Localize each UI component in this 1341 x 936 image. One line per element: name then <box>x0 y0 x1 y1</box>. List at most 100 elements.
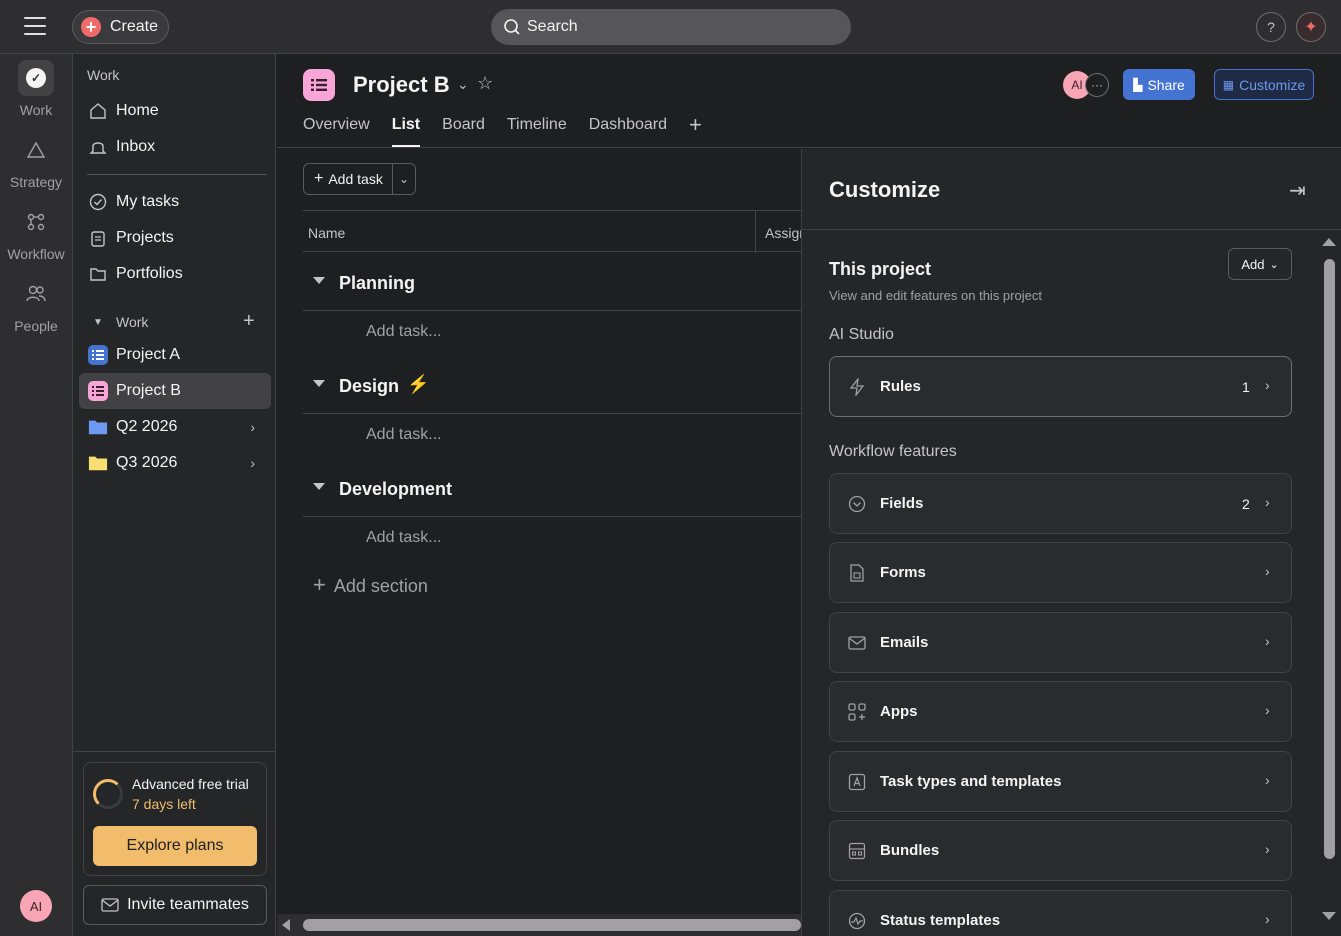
scroll-thumb[interactable] <box>303 919 801 931</box>
explore-plans-button[interactable]: Explore plans <box>93 826 257 866</box>
chevron-down-icon: ⌄ <box>1269 258 1279 271</box>
more-icon[interactable]: ··· <box>1085 73 1109 97</box>
tab-dashboard[interactable]: Dashboard <box>589 116 667 147</box>
chevron-right-icon[interactable]: › <box>250 419 255 435</box>
sidebar-item-project-b[interactable]: Project B <box>79 373 271 409</box>
lightning-icon <box>847 377 867 397</box>
rail-item-workflow[interactable]: Workflow <box>0 204 72 262</box>
card-label: Status templates <box>880 912 1001 929</box>
add-project-icon[interactable]: + <box>243 310 255 333</box>
list-icon <box>88 381 108 401</box>
sidebar-item-q2-2026[interactable]: Q2 2026 › <box>79 409 271 445</box>
user-avatar[interactable]: AI <box>20 890 52 922</box>
caret-down-icon[interactable] <box>313 483 325 490</box>
plus-icon: + <box>313 572 326 597</box>
invite-label: Invite teammates <box>127 896 249 913</box>
scroll-down-icon[interactable] <box>1322 912 1336 920</box>
bundle-icon <box>847 841 867 861</box>
caret-down-icon[interactable] <box>313 380 325 387</box>
add-section-button[interactable]: + Add section <box>313 572 428 598</box>
sidebar-item-label: Project A <box>116 346 181 363</box>
scroll-left-icon[interactable] <box>282 919 290 931</box>
help-button[interactable]: ? <box>1256 12 1286 42</box>
section-title[interactable]: Design <box>339 376 399 397</box>
chevron-down-icon[interactable]: ⌄ <box>393 164 415 194</box>
panel-title: Customize <box>829 177 941 202</box>
rail-item-strategy[interactable]: Strategy <box>0 132 72 190</box>
chevron-right-icon: › <box>1265 911 1270 927</box>
card-count: 1 <box>1242 379 1250 395</box>
tab-overview[interactable]: Overview <box>303 116 370 147</box>
customize-button[interactable]: ▦ Customize <box>1214 69 1314 100</box>
sidebar-item-label: Portfolios <box>116 265 183 282</box>
chevron-down-icon[interactable]: ⌄ <box>457 76 469 93</box>
vertical-scrollbar[interactable] <box>1320 234 1338 931</box>
column-header: Name Assign <box>303 210 801 253</box>
add-tab-icon[interactable]: + <box>689 112 702 147</box>
search-input[interactable]: Search <box>491 9 851 45</box>
create-button[interactable]: + Create <box>72 10 169 44</box>
sidebar-item-home[interactable]: Home <box>79 93 271 129</box>
card-label: Apps <box>880 703 918 720</box>
sidebar-item-my-tasks[interactable]: My tasks <box>79 184 271 220</box>
caret-down-icon[interactable] <box>313 277 325 284</box>
sidebar-item-projects[interactable]: Projects <box>79 220 271 256</box>
chevron-right-icon[interactable]: › <box>250 455 255 471</box>
chevron-right-icon: › <box>1265 494 1270 510</box>
check-circle-icon <box>89 193 107 211</box>
sidebar-item-label: Projects <box>116 229 174 246</box>
project-tabs: Overview List Board Timeline Dashboard + <box>303 112 702 147</box>
collapse-panel-icon[interactable]: ⇥ <box>1289 178 1306 203</box>
share-button[interactable]: ▙ Share <box>1123 69 1195 100</box>
workflow-features-heading: Workflow features <box>829 443 957 460</box>
add-feature-dropdown[interactable]: Add ⌄ <box>1228 248 1292 280</box>
rail-item-people[interactable]: People <box>0 276 72 334</box>
tab-board[interactable]: Board <box>442 116 485 147</box>
form-icon <box>847 563 867 583</box>
invite-teammates-button[interactable]: Invite teammates <box>83 885 267 925</box>
team-heading: Work <box>116 314 149 330</box>
forms-card[interactable]: Forms › <box>829 542 1292 603</box>
add-task-inline[interactable]: Add task... <box>366 426 442 444</box>
envelope-icon <box>847 633 867 653</box>
add-task-inline[interactable]: Add task... <box>366 323 442 341</box>
fields-card[interactable]: Fields 2 › <box>829 473 1292 534</box>
section-title[interactable]: Planning <box>339 273 415 294</box>
trial-days-left: 7 days left <box>132 796 196 812</box>
tab-list[interactable]: List <box>391 116 421 147</box>
sidebar-item-portfolios[interactable]: Portfolios <box>79 256 271 292</box>
rail-item-work[interactable]: ✓ Work <box>0 60 72 118</box>
bundles-card[interactable]: Bundles › <box>829 820 1292 881</box>
section-title[interactable]: Development <box>339 479 452 500</box>
share-icon: ▙ <box>1133 77 1143 92</box>
scroll-thumb[interactable] <box>1324 259 1335 859</box>
caret-down-icon: ▼ <box>93 316 103 328</box>
column-assignee[interactable]: Assign <box>765 225 801 241</box>
trial-title: Advanced free trial <box>132 776 249 792</box>
divider <box>87 174 267 175</box>
ai-sparkle-icon[interactable]: ✦ <box>1296 12 1326 42</box>
add-task-inline[interactable]: Add task... <box>366 529 442 547</box>
list-view: + Add task ⌄ Name Assign Planning Add ta… <box>277 149 801 936</box>
task-types-card[interactable]: Task types and templates › <box>829 751 1292 812</box>
menu-icon[interactable] <box>24 17 46 37</box>
card-label: Rules <box>880 378 921 395</box>
column-name[interactable]: Name <box>308 225 345 241</box>
sidebar-item-project-a[interactable]: Project A <box>79 337 271 373</box>
column-divider[interactable] <box>755 211 756 253</box>
emails-card[interactable]: Emails › <box>829 612 1292 673</box>
sidebar-item-inbox[interactable]: Inbox <box>79 129 271 165</box>
lightning-icon[interactable]: ⚡ <box>407 374 429 395</box>
share-label: Share <box>1147 76 1185 93</box>
triangle-icon <box>26 141 46 158</box>
section-planning: Planning <box>303 253 801 311</box>
tab-timeline[interactable]: Timeline <box>507 116 567 147</box>
horizontal-scrollbar[interactable] <box>277 914 801 936</box>
add-task-button[interactable]: + Add task <box>304 164 393 194</box>
star-icon[interactable]: ☆ <box>477 73 493 94</box>
scroll-up-icon[interactable] <box>1322 238 1336 246</box>
rules-card[interactable]: Rules 1 › <box>829 356 1292 417</box>
status-templates-card[interactable]: Status templates › <box>829 890 1292 936</box>
sidebar-item-q3-2026[interactable]: Q3 2026 › <box>79 445 271 481</box>
apps-card[interactable]: Apps › <box>829 681 1292 742</box>
